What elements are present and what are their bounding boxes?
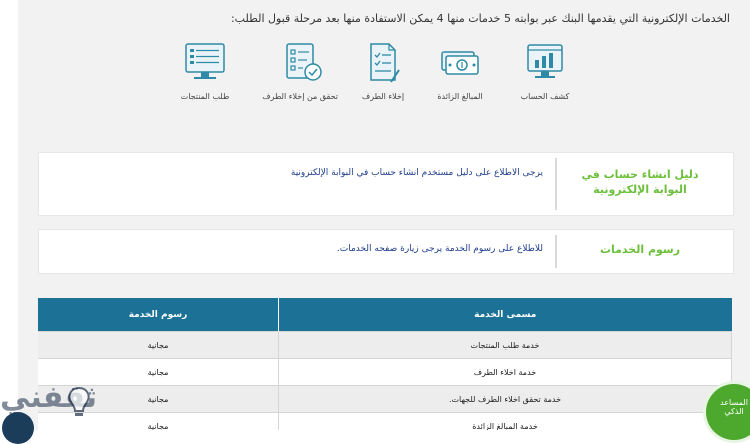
assistant-label-line1: المساعد bbox=[720, 398, 748, 407]
corner-widget[interactable] bbox=[2, 412, 34, 444]
table-header-row: مسمى الخدمة رسوم الخدمة bbox=[38, 298, 732, 332]
service-label: إخلاء الطرف bbox=[361, 92, 405, 101]
card-divider bbox=[555, 235, 557, 268]
service-verify-clearance[interactable]: تحقق من إخلاء الطرف bbox=[262, 40, 338, 101]
table-row: خدمة اخلاء الطرف مجانية bbox=[38, 358, 732, 386]
cell-service-fee: مجانية bbox=[38, 331, 279, 359]
cell-service-name: خدمة طلب المنتجات bbox=[278, 331, 732, 359]
table-row: خدمة المبالغ الزائدة مجانية bbox=[38, 412, 732, 430]
header-service-fee: رسوم الخدمة bbox=[38, 298, 279, 332]
guide-card-link[interactable]: يرجى الاطلاع على دليل مستخدم انشاء حساب … bbox=[291, 168, 543, 178]
intro-text: الخدمات الإلكترونية التي يقدمها البنك عب… bbox=[230, 12, 730, 25]
table-row: خدمة طلب المنتجات مجانية bbox=[38, 331, 732, 359]
cash-icon bbox=[441, 51, 479, 75]
cell-service-name: خدمة تحقق اخلاء الطرف للجهات. bbox=[278, 385, 732, 413]
fees-table: مسمى الخدمة رسوم الخدمة خدمة طلب المنتجا… bbox=[38, 298, 732, 430]
service-label: كشف الحساب bbox=[520, 92, 570, 101]
header-service-name: مسمى الخدمة bbox=[278, 298, 732, 332]
lightbulb-icon bbox=[68, 386, 90, 416]
account-statement-icon bbox=[527, 44, 563, 78]
products-monitor-icon bbox=[185, 43, 225, 79]
cell-service-name: خدمة اخلاء الطرف bbox=[278, 358, 732, 386]
assistant-label-line2: الذكي bbox=[724, 407, 744, 416]
service-label: المبالغ الزائدة bbox=[437, 92, 483, 101]
table-row: خدمة تحقق اخلاء الطرف للجهات. مجانية bbox=[38, 385, 732, 413]
service-label: طلب المنتجات bbox=[180, 92, 230, 101]
service-excess-amounts[interactable]: المبالغ الزائدة bbox=[425, 40, 495, 101]
service-clearance[interactable]: إخلاء الطرف bbox=[348, 40, 418, 101]
fees-card: رسوم الخدمات للاطلاع على رسوم الخدمة يرج… bbox=[38, 229, 734, 274]
services-row: كشف الحساب المبالغ الزائدة إخلاء الطرف ت… bbox=[170, 40, 580, 125]
clearance-document-icon bbox=[370, 43, 400, 83]
service-account-statement[interactable]: كشف الحساب bbox=[510, 40, 580, 101]
cell-service-name: خدمة المبالغ الزائدة bbox=[278, 412, 732, 430]
service-label: تحقق من إخلاء الطرف bbox=[262, 92, 338, 101]
fees-card-title: رسوم الخدمات bbox=[599, 243, 681, 256]
fees-card-link[interactable]: للاطلاع على رسوم الخدمة يرجى زيارة صفحه … bbox=[337, 244, 543, 254]
smart-assistant-button[interactable]: المساعد الذكي bbox=[706, 384, 750, 440]
service-request-products[interactable]: طلب المنتجات bbox=[170, 40, 240, 101]
guide-card-title: دليل انشاء حساب في البوابة الإلكترونية bbox=[581, 168, 699, 196]
verify-checklist-icon bbox=[286, 43, 322, 81]
card-divider bbox=[555, 158, 557, 210]
guide-card: دليل انشاء حساب في البوابة الإلكترونية ي… bbox=[38, 152, 734, 216]
